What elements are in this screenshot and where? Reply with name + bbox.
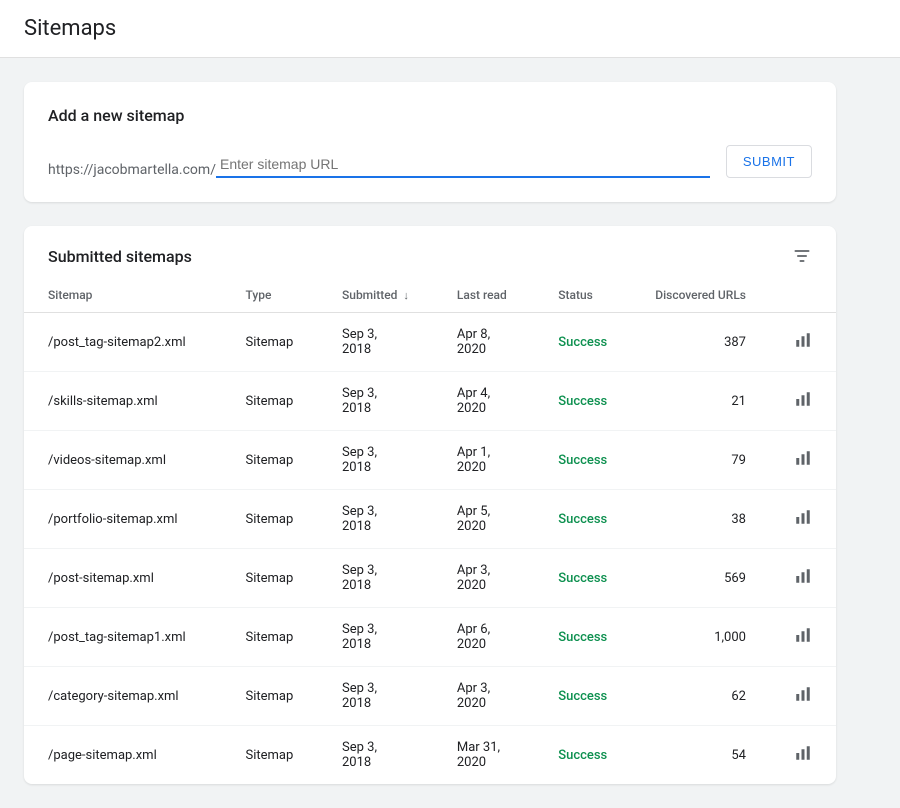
- cell-lastread: Apr 4, 2020: [433, 372, 534, 431]
- cell-action[interactable]: [770, 490, 836, 549]
- cell-action[interactable]: [770, 608, 836, 667]
- cell-action[interactable]: [770, 313, 836, 372]
- col-header-type: Type: [221, 278, 318, 313]
- cell-sitemap: /category-sitemap.xml: [24, 667, 221, 726]
- sort-arrow-icon: ↓: [403, 289, 409, 302]
- bar-chart-icon[interactable]: [794, 333, 812, 354]
- page-title: Sitemaps: [24, 16, 876, 41]
- cell-sitemap: /skills-sitemap.xml: [24, 372, 221, 431]
- cell-submitted: Sep 3, 2018: [318, 372, 433, 431]
- cell-lastread: Apr 3, 2020: [433, 549, 534, 608]
- cell-submitted: Sep 3, 2018: [318, 490, 433, 549]
- submitted-sitemaps-card: Submitted sitemaps Sitemap Type: [24, 226, 836, 784]
- table-row: /videos-sitemap.xml Sitemap Sep 3, 2018 …: [24, 431, 836, 490]
- bar-chart-icon[interactable]: [794, 451, 812, 472]
- bar-chart-icon[interactable]: [794, 628, 812, 649]
- col-header-lastread: Last read: [433, 278, 534, 313]
- table-row: /portfolio-sitemap.xml Sitemap Sep 3, 20…: [24, 490, 836, 549]
- table-row: /page-sitemap.xml Sitemap Sep 3, 2018 Ma…: [24, 726, 836, 785]
- cell-submitted: Sep 3, 2018: [318, 549, 433, 608]
- cell-action[interactable]: [770, 372, 836, 431]
- cell-urls: 1,000: [631, 608, 770, 667]
- cell-sitemap: /post_tag-sitemap2.xml: [24, 313, 221, 372]
- cell-type: Sitemap: [221, 372, 318, 431]
- cell-submitted: Sep 3, 2018: [318, 667, 433, 726]
- bar-chart-icon[interactable]: [794, 569, 812, 590]
- cell-urls: 62: [631, 667, 770, 726]
- cell-status: Success: [534, 608, 631, 667]
- cell-type: Sitemap: [221, 313, 318, 372]
- bar-chart-icon[interactable]: [794, 392, 812, 413]
- submit-button[interactable]: SUBMIT: [726, 145, 812, 178]
- cell-status: Success: [534, 372, 631, 431]
- sitemap-url-input[interactable]: [216, 152, 710, 176]
- col-header-submitted[interactable]: Submitted ↓: [318, 278, 433, 313]
- bar-chart-icon[interactable]: [794, 687, 812, 708]
- col-header-sitemap: Sitemap: [24, 278, 221, 313]
- cell-submitted: Sep 3, 2018: [318, 726, 433, 785]
- page-header: Sitemaps: [0, 0, 900, 58]
- cell-action[interactable]: [770, 726, 836, 785]
- table-row: /category-sitemap.xml Sitemap Sep 3, 201…: [24, 667, 836, 726]
- add-sitemap-title: Add a new sitemap: [48, 106, 812, 125]
- url-prefix: https://jacobmartella.com/: [48, 162, 216, 178]
- cell-status: Success: [534, 726, 631, 785]
- cell-submitted: Sep 3, 2018: [318, 431, 433, 490]
- cell-submitted: Sep 3, 2018: [318, 313, 433, 372]
- cell-sitemap: /post-sitemap.xml: [24, 549, 221, 608]
- submitted-table-title: Submitted sitemaps: [48, 247, 192, 266]
- cell-urls: 79: [631, 431, 770, 490]
- cell-lastread: Apr 6, 2020: [433, 608, 534, 667]
- cell-status: Success: [534, 431, 631, 490]
- table-row: /post_tag-sitemap2.xml Sitemap Sep 3, 20…: [24, 313, 836, 372]
- col-header-urls: Discovered URLs: [631, 278, 770, 313]
- cell-sitemap: /portfolio-sitemap.xml: [24, 490, 221, 549]
- cell-sitemap: /videos-sitemap.xml: [24, 431, 221, 490]
- cell-status: Success: [534, 313, 631, 372]
- cell-action[interactable]: [770, 431, 836, 490]
- cell-lastread: Apr 8, 2020: [433, 313, 534, 372]
- cell-action[interactable]: [770, 667, 836, 726]
- cell-urls: 54: [631, 726, 770, 785]
- cell-lastread: Apr 3, 2020: [433, 667, 534, 726]
- cell-status: Success: [534, 490, 631, 549]
- cell-urls: 21: [631, 372, 770, 431]
- bar-chart-icon[interactable]: [794, 746, 812, 767]
- filter-icon[interactable]: [792, 246, 812, 266]
- col-header-status: Status: [534, 278, 631, 313]
- col-header-action: [770, 278, 836, 313]
- cell-urls: 569: [631, 549, 770, 608]
- cell-action[interactable]: [770, 549, 836, 608]
- cell-type: Sitemap: [221, 608, 318, 667]
- cell-urls: 387: [631, 313, 770, 372]
- cell-status: Success: [534, 667, 631, 726]
- cell-lastread: Apr 5, 2020: [433, 490, 534, 549]
- cell-lastread: Mar 31, 2020: [433, 726, 534, 785]
- bar-chart-icon[interactable]: [794, 510, 812, 531]
- cell-type: Sitemap: [221, 726, 318, 785]
- cell-type: Sitemap: [221, 431, 318, 490]
- cell-lastread: Apr 1, 2020: [433, 431, 534, 490]
- table-row: /post-sitemap.xml Sitemap Sep 3, 2018 Ap…: [24, 549, 836, 608]
- table-row: /skills-sitemap.xml Sitemap Sep 3, 2018 …: [24, 372, 836, 431]
- cell-sitemap: /post_tag-sitemap1.xml: [24, 608, 221, 667]
- cell-type: Sitemap: [221, 667, 318, 726]
- cell-status: Success: [534, 549, 631, 608]
- add-sitemap-card: Add a new sitemap https://jacobmartella.…: [24, 82, 836, 202]
- cell-submitted: Sep 3, 2018: [318, 608, 433, 667]
- cell-type: Sitemap: [221, 549, 318, 608]
- cell-urls: 38: [631, 490, 770, 549]
- cell-type: Sitemap: [221, 490, 318, 549]
- cell-sitemap: /page-sitemap.xml: [24, 726, 221, 785]
- table-row: /post_tag-sitemap1.xml Sitemap Sep 3, 20…: [24, 608, 836, 667]
